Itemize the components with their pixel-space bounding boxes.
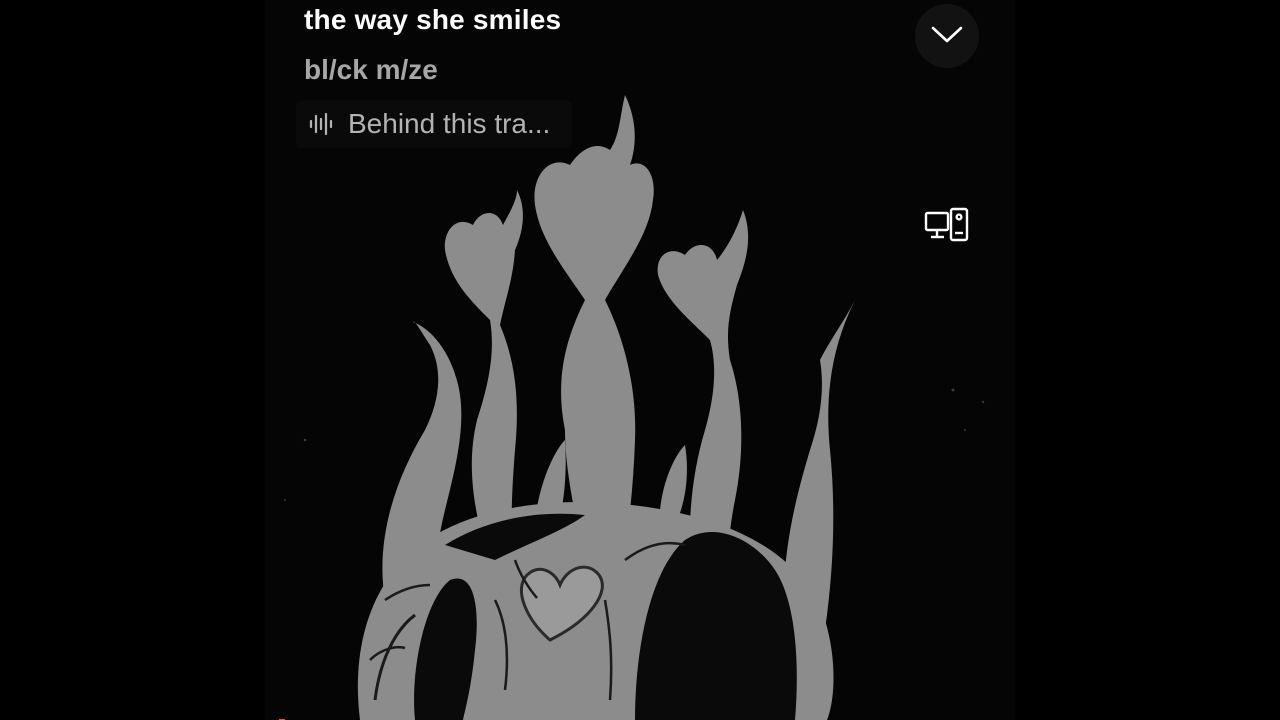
behind-this-track-button[interactable]: Behind this tra...	[296, 100, 573, 148]
collapse-player-button[interactable]	[915, 4, 979, 68]
connect-device-button[interactable]	[923, 205, 971, 249]
accent-mark	[277, 712, 347, 720]
audio-waveform-icon	[308, 111, 334, 137]
track-title[interactable]: the way she smiles	[304, 4, 561, 36]
behind-this-track-label: Behind this tra...	[348, 108, 551, 139]
screen: the way she smiles bl/ck m/ze Behind thi…	[0, 0, 1280, 720]
chevron-down-icon	[930, 24, 964, 49]
connect-to-device-icon	[924, 207, 970, 248]
artist-name[interactable]: bl/ck m/ze	[304, 54, 438, 86]
now-playing-view: the way she smiles bl/ck m/ze Behind thi…	[265, 0, 1015, 720]
